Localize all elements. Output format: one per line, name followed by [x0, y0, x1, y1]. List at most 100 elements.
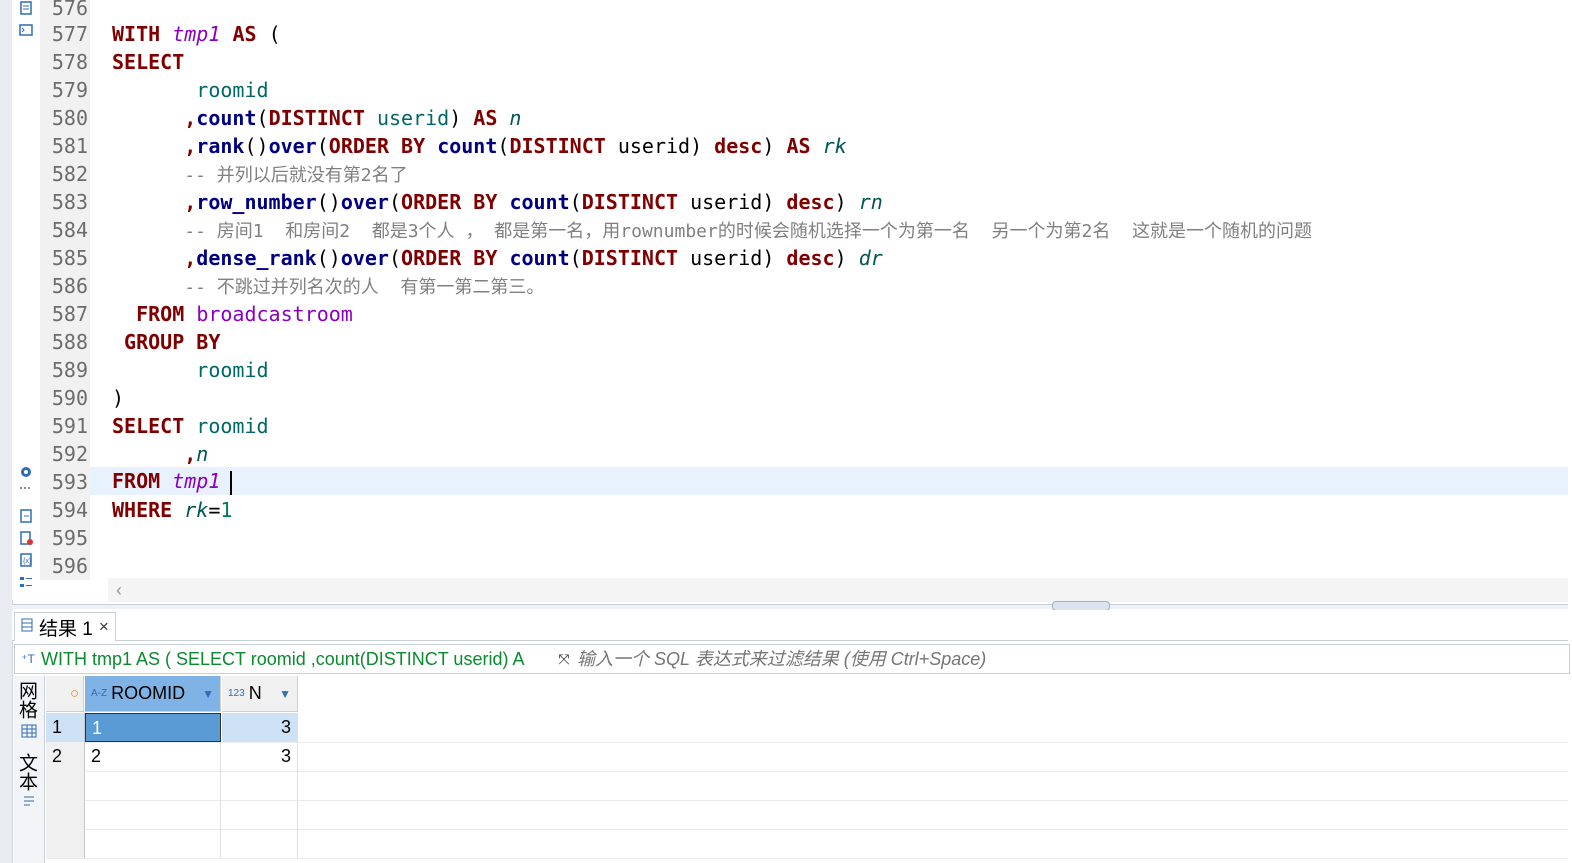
keyword: DISTINCT [268, 106, 365, 130]
function: dense_rank [196, 246, 317, 270]
row-number[interactable]: 2 [46, 742, 85, 771]
paren: ( [388, 190, 402, 214]
identifier: roomid [196, 414, 269, 438]
panel-splitter[interactable] [12, 601, 1568, 611]
table-row[interactable]: 1 1 3 [46, 713, 1568, 743]
paren: ) [762, 246, 775, 270]
keyword: desc [786, 246, 835, 270]
sort-dropdown-icon[interactable]: ▼ [279, 687, 291, 701]
sort-dropdown-icon[interactable]: ▼ [202, 687, 214, 701]
column-header-roomid[interactable]: A-Z ROOMID ▼ [85, 676, 221, 712]
tab-label: 结果 1 [39, 618, 93, 640]
line-number: 591 [51, 414, 88, 438]
row-number [46, 829, 85, 858]
cte-name: tmp1 [172, 469, 221, 493]
text-view-icon[interactable] [22, 794, 36, 813]
paren: () [244, 134, 269, 158]
identifier: roomid [196, 358, 269, 382]
table-row[interactable]: 2 2 3 [46, 742, 1568, 772]
console-icon[interactable] [18, 22, 34, 38]
variables-icon[interactable]: {x} [18, 552, 34, 568]
code-line-585: ,dense_rank()over(ORDER BY count(DISTINC… [112, 244, 883, 272]
empty-row [46, 829, 1568, 859]
keyword: desc [714, 134, 763, 158]
line-number: 581 [51, 134, 88, 158]
cell-n[interactable]: 3 [222, 713, 298, 742]
sql-editor[interactable]: WITH tmp1 AS ( SELECT roomid ,count(DIST… [90, 0, 1568, 578]
close-icon[interactable]: × [99, 617, 109, 637]
code-line-579: roomid [112, 76, 269, 104]
function: over [268, 134, 317, 158]
line-number: 576 [51, 0, 88, 20]
current-line-highlight [90, 467, 1568, 495]
empty-cell [222, 771, 298, 800]
identifier: userid [376, 106, 450, 130]
result-side-panel: 网格 文本 [14, 676, 45, 863]
expand-icon[interactable]: ⤧ [553, 651, 575, 668]
table-name: broadcastroom [196, 302, 353, 326]
keyword: DISTINCT [581, 246, 679, 270]
keyword: BY [473, 190, 498, 214]
line-number: 585 [51, 246, 88, 270]
paren: ) [690, 134, 703, 158]
keyword: ORDER [328, 134, 389, 158]
paren: ( [268, 22, 281, 46]
function: count [437, 134, 498, 158]
line-number: 579 [51, 78, 88, 102]
line-number: 593 [51, 470, 88, 494]
error-log-icon[interactable] [18, 530, 34, 546]
column-header-n[interactable]: 123 N ▼ [222, 676, 298, 712]
filter-input[interactable] [575, 647, 1569, 671]
paren: ) [762, 134, 775, 158]
side-tab-text[interactable]: 文本 [16, 752, 40, 792]
export-icon[interactable] [18, 508, 34, 524]
cell-n[interactable]: 3 [222, 742, 298, 771]
line-number: 592 [51, 442, 88, 466]
comma: , [184, 442, 197, 466]
code-line-589: roomid [112, 356, 269, 384]
gear-icon[interactable] [18, 464, 34, 480]
keyword: SELECT [112, 414, 185, 438]
comma: , [184, 246, 197, 270]
code-line-592: ,n [112, 440, 208, 468]
operator: = [208, 498, 221, 522]
cell-roomid[interactable]: 2 [85, 742, 221, 771]
results-grid[interactable]: ○ A-Z ROOMID ▼ 123 N ▼ 1 1 3 2 2 3 [46, 676, 1568, 863]
row-number [46, 771, 85, 800]
empty-cell [222, 800, 298, 829]
paren: ) [112, 386, 125, 410]
side-tab-grid[interactable]: 网格 [16, 680, 40, 720]
cell-roomid[interactable]: 1 [85, 713, 221, 742]
circle-icon: ○ [69, 685, 79, 702]
code-line-577: WITH tmp1 AS ( [112, 20, 281, 48]
grid-view-icon[interactable] [21, 724, 37, 743]
code-line-583: ,row_number()over(ORDER BY count(DISTINC… [112, 188, 883, 216]
identifier: userid [690, 190, 763, 214]
chevron-left-icon[interactable]: ‹ [116, 580, 122, 601]
line-number: 583 [51, 190, 88, 214]
code-line-587: FROM broadcastroom [112, 300, 353, 328]
editor-toolbar: {x} [12, 0, 40, 600]
column-header-label: ROOMID [111, 683, 186, 703]
row-number[interactable]: 1 [46, 713, 85, 742]
horizontal-scrollbar[interactable]: ‹ [108, 578, 1568, 602]
code-line-593: FROM tmp1 [112, 467, 233, 495]
number-type-icon: 123 [228, 688, 245, 699]
comma: , [184, 190, 197, 214]
line-number: 588 [51, 330, 88, 354]
line-number: 590 [51, 386, 88, 410]
comment: -- 并列以后就没有第2名了 [184, 165, 408, 186]
code-line-580: ,count(DISTINCT userid) AS n [112, 104, 521, 132]
paren: ( [388, 246, 402, 270]
document-icon[interactable] [18, 0, 34, 16]
code-line-582: -- 并列以后就没有第2名了 [112, 160, 408, 188]
tab-results-1[interactable]: 结果 1 × [14, 612, 116, 641]
line-number: 596 [51, 554, 88, 578]
outline-icon[interactable] [18, 574, 34, 590]
paren: ( [569, 246, 582, 270]
alias: rk [184, 498, 209, 522]
comma: , [184, 134, 197, 158]
row-number [46, 800, 85, 829]
keyword: ORDER [401, 190, 462, 214]
identifier: roomid [196, 78, 269, 102]
